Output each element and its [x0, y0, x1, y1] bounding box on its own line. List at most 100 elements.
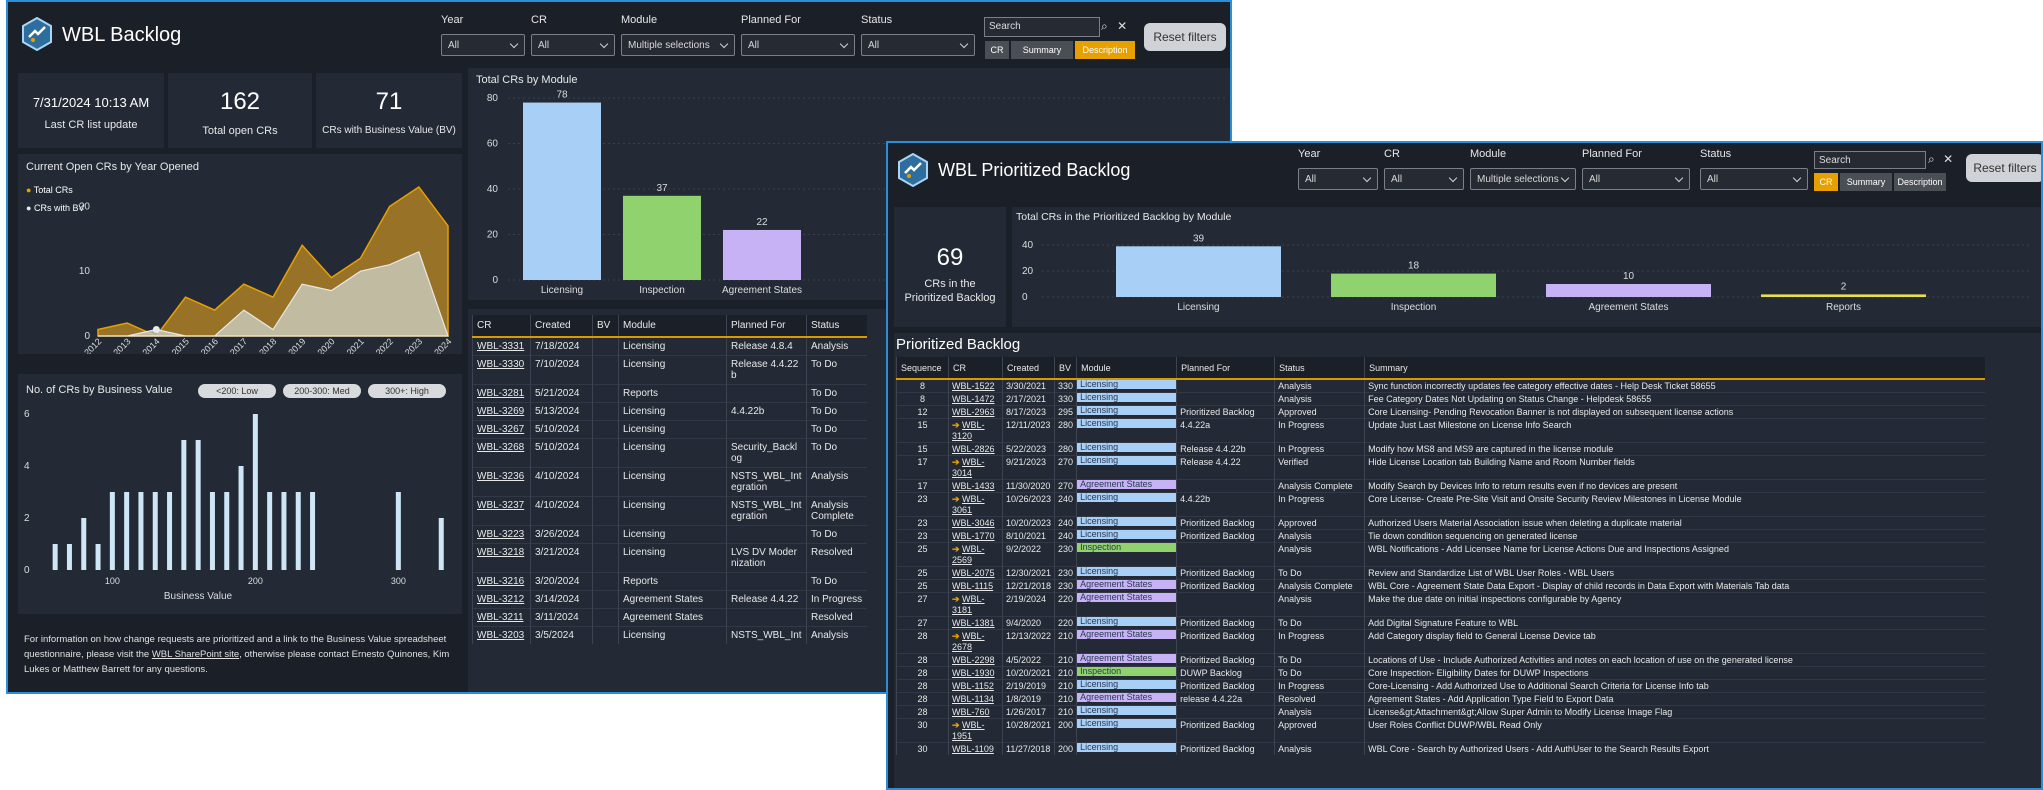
cr-link[interactable]: WBL-1433 — [952, 481, 995, 491]
cr-link[interactable]: WBL-1770 — [952, 531, 995, 541]
search-mode-summary[interactable]: Summary — [1011, 41, 1073, 59]
cr-link[interactable]: WBL-3331 — [472, 336, 531, 356]
cr-cell[interactable]: ➔ WBL-2678 — [948, 629, 1003, 654]
cr-link[interactable]: WBL-3223 — [472, 525, 531, 544]
cr-cell[interactable]: WBL-3046 — [948, 516, 1003, 530]
table-row[interactable]: 28 WBL-1134 1/8/2019 210 Agreement States rel… — [896, 692, 1985, 706]
close-icon[interactable]: ✕ — [1117, 19, 1127, 33]
cr-cell[interactable]: WBL-1152 — [948, 679, 1003, 693]
table-row[interactable]: 27 ➔ WBL-3181 2/19/2024 220 Agreement States… — [896, 592, 1985, 617]
search-input[interactable]: Search — [1814, 151, 1926, 169]
table-row[interactable]: 30 ➔ WBL-1951 10/28/2021 200 Licensing Priori… — [896, 718, 1985, 743]
cr-cell[interactable]: WBL-1381 — [948, 616, 1003, 630]
cr-link[interactable]: WBL-3281 — [472, 384, 531, 403]
cr-cell[interactable]: ➔ WBL-3014 — [948, 455, 1003, 480]
table-row[interactable]: WBL-3211 3/11/2024 Agreement States Resolve… — [472, 608, 867, 627]
module-select[interactable]: Multiple selections — [621, 34, 735, 56]
table-row[interactable]: 15 ➔ WBL-3120 12/11/2023 280 Licensing 4.4.22… — [896, 418, 1985, 443]
table-row[interactable]: 27 WBL-1381 9/4/2020 220 Licensing Prioritize… — [896, 616, 1985, 630]
column-header-status[interactable]: Status — [1274, 357, 1365, 380]
cr-cell[interactable]: WBL-2826 — [948, 442, 1003, 456]
status-select[interactable]: All — [1700, 168, 1808, 190]
reset-filters-button[interactable]: Reset filters — [1144, 23, 1226, 51]
cr-link[interactable]: WBL-2075 — [952, 568, 995, 578]
search-mode-description[interactable]: Description — [1894, 173, 1946, 191]
cr-link[interactable]: WBL-3203 — [472, 626, 531, 644]
table-row[interactable]: WBL-3218 3/21/2024 Licensing LVS DV Moderni… — [472, 543, 867, 573]
table-row[interactable]: 23 WBL-3046 10/20/2023 240 Licensing Prioriti… — [896, 516, 1985, 530]
cr-link[interactable]: WBL-3211 — [472, 608, 531, 627]
cr-cell[interactable]: WBL-760 — [948, 705, 1003, 719]
cr-link[interactable]: WBL-3237 — [472, 496, 531, 526]
cr-cell[interactable]: WBL-1433 — [948, 479, 1003, 493]
search-mode-cr[interactable]: CR — [1814, 173, 1838, 191]
cr-cell[interactable]: ➔ WBL-3181 — [948, 592, 1003, 617]
cr-cell[interactable]: ➔ WBL-1951 — [948, 718, 1003, 743]
module-select[interactable]: Multiple selections — [1470, 168, 1576, 190]
table-row[interactable]: 17 ➔ WBL-3014 9/21/2023 270 Licensing Release… — [896, 455, 1985, 480]
table-row[interactable]: 28 WBL-2298 4/5/2022 210 Agreement States Pri… — [896, 653, 1985, 667]
table-row[interactable]: WBL-3237 4/10/2024 Licensing NSTS_WBL_Integ… — [472, 496, 867, 526]
search-icon[interactable]: ⌕ — [1101, 19, 1108, 33]
column-header-cr[interactable]: CR — [472, 315, 531, 338]
table-row[interactable]: 15 WBL-2826 5/22/2023 280 Licensing Release 4… — [896, 442, 1985, 456]
year-select[interactable]: All — [441, 34, 525, 56]
cr-select[interactable]: All — [1384, 168, 1464, 190]
search-icon[interactable]: ⌕ — [1928, 152, 1935, 166]
reset-filters-button[interactable]: Reset filters — [1966, 154, 2041, 182]
cr-cell[interactable]: WBL-2075 — [948, 566, 1003, 580]
table-row[interactable]: 23 WBL-1770 8/10/2021 240 Licensing Prioritiz… — [896, 529, 1985, 543]
table-row[interactable]: WBL-3269 5/13/2024 Licensing 4.4.22b To Do — [472, 402, 867, 421]
cr-link[interactable]: WBL-1930 — [952, 668, 995, 678]
column-header-status[interactable]: Status — [806, 315, 867, 338]
column-header-planned-for[interactable]: Planned For — [1176, 357, 1275, 380]
cr-cell[interactable]: WBL-1109 — [948, 742, 1003, 755]
table-row[interactable]: 25 ➔ WBL-2569 9/2/2022 230 Inspection Analysi… — [896, 542, 1985, 567]
cr-link[interactable]: WBL-3212 — [472, 590, 531, 609]
cr-link[interactable]: WBL-2963 — [952, 407, 995, 417]
cr-link[interactable]: WBL-1381 — [952, 618, 995, 628]
cr-cell[interactable]: ➔ WBL-3120 — [948, 418, 1003, 443]
table-row[interactable]: WBL-3268 5/10/2024 Licensing Security_Backl… — [472, 438, 867, 468]
table-row[interactable]: WBL-3281 5/21/2024 Reports To Do — [472, 384, 867, 403]
table-row[interactable]: 28 WBL-1152 2/19/2019 210 Licensing Prioritiz… — [896, 679, 1985, 693]
table-row[interactable]: WBL-3267 5/10/2024 Licensing To Do — [472, 420, 867, 439]
cr-link[interactable]: WBL-3268 — [472, 438, 531, 468]
column-header-created[interactable]: Created — [530, 315, 593, 338]
cr-cell[interactable]: WBL-2298 — [948, 653, 1003, 667]
search-input[interactable]: Search — [984, 17, 1100, 37]
cr-link[interactable]: WBL-3216 — [472, 572, 531, 591]
column-header-module[interactable]: Module — [1076, 357, 1177, 380]
table-row[interactable]: 25 WBL-2075 12/30/2021 230 Licensing Prioriti… — [896, 566, 1985, 580]
search-mode-description[interactable]: Description — [1075, 41, 1135, 59]
cr-link[interactable]: WBL-1134 — [952, 694, 994, 704]
table-row[interactable]: WBL-3216 3/20/2024 Reports To Do — [472, 572, 867, 591]
close-icon[interactable]: ✕ — [1943, 152, 1953, 166]
column-header-summary[interactable]: Summary — [1364, 357, 1985, 380]
cr-cell[interactable]: WBL-1770 — [948, 529, 1003, 543]
cr-link[interactable]: WBL-1115 — [952, 581, 993, 591]
column-header-bv[interactable]: BV — [592, 315, 619, 338]
cr-link[interactable]: WBL-3267 — [472, 420, 531, 439]
cr-link[interactable]: WBL-1109 — [952, 744, 994, 754]
cr-cell[interactable]: ➔ WBL-3061 — [948, 492, 1003, 517]
cr-link[interactable]: WBL-3236 — [472, 467, 531, 497]
cr-select[interactable]: All — [531, 34, 615, 56]
table-row[interactable]: 12 WBL-2963 8/17/2023 295 Licensing Prioritiz… — [896, 405, 1985, 419]
cr-link[interactable]: WBL-1522 — [952, 381, 995, 391]
table-row[interactable]: WBL-3203 3/5/2024 Licensing NSTS_WBL_Int Ana… — [472, 626, 867, 644]
table-row[interactable]: WBL-3223 3/26/2024 Licensing To Do — [472, 525, 867, 544]
cr-cell[interactable]: WBL-1134 — [948, 692, 1003, 706]
table-row[interactable]: 30 WBL-1109 11/27/2018 200 Licensing Prioriti… — [896, 742, 1985, 755]
table-row[interactable]: WBL-3212 3/14/2024 Agreement States Release… — [472, 590, 867, 609]
cr-link[interactable]: WBL-1472 — [952, 394, 995, 404]
cr-link[interactable]: WBL-2826 — [952, 444, 995, 454]
cr-link[interactable]: WBL-3330 — [472, 355, 531, 385]
column-header-created[interactable]: Created — [1001, 357, 1055, 380]
table-row[interactable]: WBL-3236 4/10/2024 Licensing NSTS_WBL_Integ… — [472, 467, 867, 497]
column-header-sequence[interactable]: Sequence — [896, 357, 949, 380]
table-row[interactable]: 17 WBL-1433 11/30/2020 270 Agreement States A… — [896, 479, 1985, 493]
cr-cell[interactable]: WBL-1115 — [948, 579, 1003, 593]
cr-link[interactable]: WBL-2298 — [952, 655, 995, 665]
table-row[interactable]: WBL-3331 7/18/2024 Licensing Release 4.8.4 A… — [472, 336, 867, 356]
